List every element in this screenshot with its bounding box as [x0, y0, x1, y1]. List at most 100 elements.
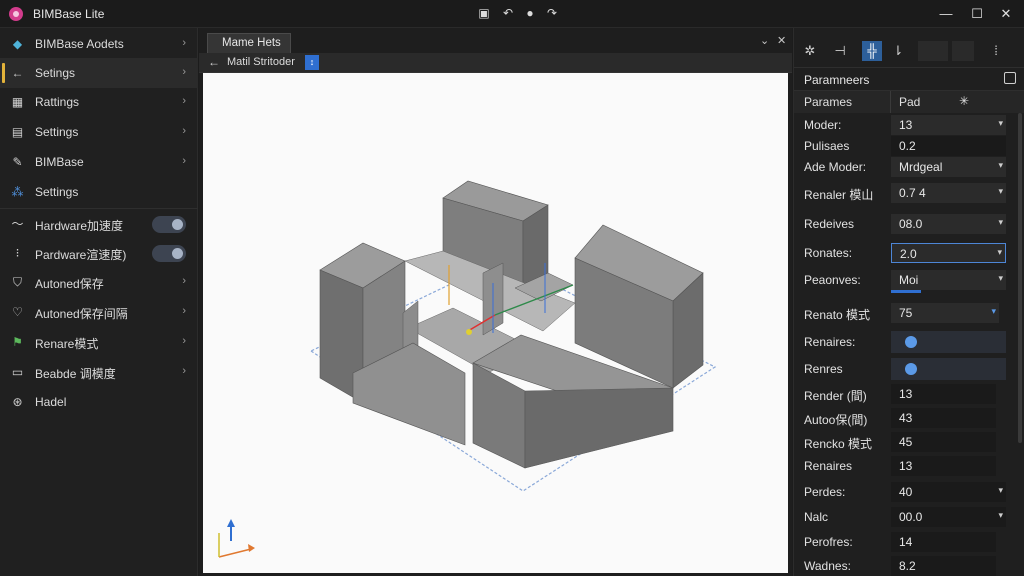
property-label: Nalc: [804, 510, 829, 524]
dropdown-arrow-icon: ▾: [998, 160, 1003, 170]
app-title: BIMBase Lite: [33, 7, 105, 21]
close-button[interactable]: ✕: [996, 4, 1016, 24]
sidebar-item-autosave[interactable]: ⛉ Autoned保存 ›: [0, 267, 198, 297]
renaires-toggle[interactable]: [891, 331, 1006, 353]
sidebar-item-render-mode[interactable]: ⚑ Renare模式 ›: [0, 327, 198, 357]
sidebar-item-pardware[interactable]: ⁝ Pardware渲速度): [0, 238, 198, 268]
dropdown-arrow-icon: ▾: [998, 186, 1003, 196]
tool-slot[interactable]: [918, 41, 948, 61]
property-field[interactable]: 13: [891, 456, 996, 476]
tab-dropdown-button[interactable]: ⌄: [760, 34, 769, 47]
chart-icon[interactable]: ⇂: [888, 41, 908, 61]
property-label: Renres: [804, 362, 843, 376]
sidebar-item-hardware-accel[interactable]: 〜 Hardware加速度: [0, 209, 198, 239]
tab-close-button[interactable]: ✕: [777, 34, 786, 47]
property-value: 40: [899, 485, 913, 499]
chevron-icon: ›: [182, 305, 186, 317]
chevron-icon: ›: [182, 155, 186, 167]
property-field[interactable]: 13: [891, 384, 996, 404]
dropdown-arrow-icon: ▾: [998, 273, 1003, 283]
align-icon[interactable]: ⊣: [830, 41, 850, 61]
column-pad: Pad: [899, 95, 921, 109]
pardware-toggle[interactable]: [152, 245, 186, 262]
property-value: 43: [899, 411, 913, 425]
column-params: Parames: [804, 95, 853, 109]
sidebar-item-label: Autoned保存: [35, 277, 104, 291]
properties-column-header: Parames Pad ✳: [794, 91, 1024, 113]
sidebar-item-label: Setings: [35, 66, 76, 80]
back-arrow-icon[interactable]: ←: [208, 55, 220, 69]
column-divider: [890, 91, 891, 113]
property-field[interactable]: 0.2: [891, 136, 1006, 156]
model-sort-button[interactable]: ↕: [305, 55, 319, 70]
sidebar-item-rattings[interactable]: ▦ Rattings ›: [0, 87, 198, 117]
sidebar-item-bimbase-aodets[interactable]: ◆ BIMBase Aodets ›: [0, 29, 198, 59]
property-label: Wadnes:: [804, 559, 851, 573]
dashes-icon: ⁝: [15, 246, 20, 260]
property-label: Redeives: [804, 217, 855, 231]
3d-viewport[interactable]: [203, 73, 788, 573]
sidebar-item-setings[interactable]: ← Setings ›: [0, 58, 198, 88]
layout-icon[interactable]: ╬: [862, 41, 882, 61]
property-value: 13: [899, 387, 913, 401]
chevron-icon: ›: [182, 37, 186, 49]
chevron-icon: ›: [182, 365, 186, 377]
tab-mame-hets[interactable]: Mame Hets: [207, 33, 291, 53]
property-field[interactable]: 8.2: [891, 556, 996, 576]
heart-icon: ♡: [12, 305, 23, 319]
sidebar-item-settings[interactable]: ▤ Settings ›: [0, 117, 198, 147]
tool-slot[interactable]: [952, 41, 974, 61]
property-label: Renato 模式: [804, 308, 871, 322]
renres-toggle[interactable]: [891, 358, 1006, 380]
sidebar-item-autosave-interval[interactable]: ♡ Autoned保存间隔 ›: [0, 297, 198, 327]
property-value: 14: [899, 535, 913, 549]
more-icon[interactable]: ⁞: [986, 41, 1006, 61]
property-value: 75: [899, 306, 913, 320]
sidebar-item-label: Settings: [35, 185, 79, 199]
property-field[interactable]: 08.0 ▾: [891, 214, 1006, 234]
network-icon: ⁂: [11, 185, 24, 199]
property-field[interactable]: 2.0 ▾: [891, 243, 1006, 263]
property-label: Rencko 模式: [804, 437, 873, 451]
grid-icon: ▦: [11, 95, 24, 109]
panel-title: Paramneers: [804, 73, 870, 87]
paint-icon[interactable]: ●: [522, 5, 538, 21]
property-field[interactable]: 0.7 4 ▾: [891, 183, 1006, 203]
property-value: 13: [899, 118, 913, 132]
undo-icon[interactable]: ↶: [500, 5, 516, 21]
sidebar-item-help[interactable]: ⊛ Hadel: [0, 387, 198, 417]
sidebar-item-label: Hadel: [35, 395, 67, 409]
property-label: Peaonves:: [804, 273, 861, 287]
property-field[interactable]: 43: [891, 408, 996, 428]
sidebar-item-label: Pardware渲速度): [35, 248, 127, 262]
property-field[interactable]: 75 ▾: [891, 303, 999, 323]
property-field[interactable]: 45: [891, 432, 996, 452]
property-value: 08.0: [899, 217, 923, 231]
property-field[interactable]: 00.0 ▾: [891, 507, 1006, 527]
value-underline: [891, 290, 921, 293]
redo-icon[interactable]: ↷: [544, 5, 560, 21]
property-label: Autoo保(間): [804, 413, 868, 427]
sidebar-item-label: Renare模式: [35, 337, 99, 351]
dropdown-arrow-icon: ▾: [998, 217, 1003, 227]
sidebar-item-label: Hardware加速度: [35, 219, 124, 233]
sidebar-item-beabde[interactable]: ▭ Beabde 调模度 ›: [0, 357, 198, 387]
property-label: Ade Moder:: [804, 160, 867, 174]
cube-icon: ◆: [12, 37, 23, 51]
asterisk-icon[interactable]: ✳: [959, 94, 969, 108]
property-field[interactable]: Mrdgeal ▾: [891, 157, 1006, 177]
gear-icon[interactable]: ✲: [800, 41, 820, 61]
maximize-button[interactable]: ☐: [967, 4, 987, 24]
property-field[interactable]: Moi ▾: [891, 270, 1006, 293]
popout-icon[interactable]: [1004, 72, 1016, 84]
minimize-button[interactable]: —: [936, 4, 956, 24]
property-field[interactable]: 14: [891, 532, 996, 552]
hardware-accel-toggle[interactable]: [152, 216, 186, 233]
dropdown-arrow-icon: ▾: [997, 247, 1002, 257]
property-field[interactable]: 40 ▾: [891, 482, 1006, 502]
sidebar-item-settings-network[interactable]: ⁂ Settings: [0, 177, 198, 207]
panel-scrollbar[interactable]: [1018, 113, 1022, 443]
sidebar-item-bimbase[interactable]: ✎ BIMBase ›: [0, 147, 198, 177]
property-field[interactable]: 13 ▾: [891, 115, 1006, 135]
save-icon[interactable]: ▣: [476, 5, 492, 21]
